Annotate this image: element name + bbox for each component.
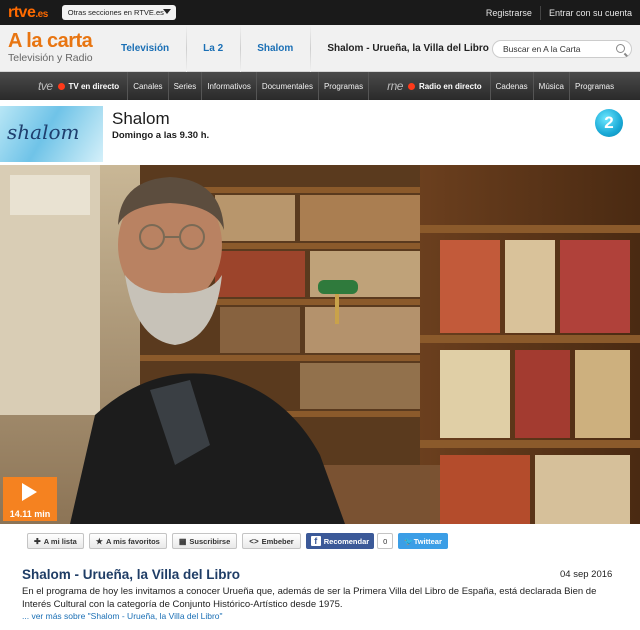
- subscribe-button[interactable]: ▦ Suscribirse: [171, 533, 238, 549]
- play-button[interactable]: 14.11 min: [3, 477, 57, 521]
- breadcrumb-current-episode: Shalom - Urueña, la Villa del Libro: [327, 43, 489, 54]
- radio-live-label: Radio en directo: [418, 81, 482, 91]
- rtve-logo[interactable]: rtve.es: [8, 4, 48, 22]
- program-thumbnail[interactable]: shalom: [0, 106, 103, 162]
- nav-item-series[interactable]: Series: [167, 72, 202, 100]
- code-icon: <>: [249, 536, 259, 546]
- play-icon: [22, 483, 37, 501]
- program-title[interactable]: Shalom: [112, 109, 170, 129]
- search-icon[interactable]: [616, 44, 625, 53]
- live-dot-icon: [57, 82, 65, 90]
- nav-item-programas-radio[interactable]: Programas: [569, 72, 619, 100]
- add-to-list-button[interactable]: ✚ A mi lista: [27, 533, 84, 549]
- facebook-recommend-button[interactable]: f Recomendar: [305, 533, 375, 549]
- facebook-icon: f: [310, 536, 321, 546]
- other-sections-dropdown[interactable]: Otras secciones en RTVE.es: [61, 5, 176, 20]
- breadcrumb-shalom[interactable]: Shalom: [241, 25, 312, 72]
- nav-item-documentales[interactable]: Documentales: [255, 72, 318, 100]
- chevron-down-icon: [162, 9, 171, 14]
- breadcrumb-la2[interactable]: La 2: [187, 25, 242, 72]
- top-bar: rtve.es Otras secciones en RTVE.es Regis…: [0, 0, 640, 25]
- account-links: Registrarse Entrar con su cuenta: [478, 0, 640, 25]
- episode-title: Shalom - Urueña, la Villa del Libro: [22, 567, 241, 582]
- episode-description: En el programa de hoy les invitamos a co…: [22, 586, 597, 610]
- login-link[interactable]: Entrar con su cuenta: [539, 5, 640, 20]
- la2-channel-logo[interactable]: 2: [595, 109, 623, 137]
- brand-subtitle: Televisión y Radio: [8, 52, 93, 64]
- plus-icon: ✚: [34, 536, 41, 546]
- channel-nav-bar: tve TV en directo Canales Series Informa…: [0, 72, 640, 100]
- tv-live-label: TV en directo: [68, 81, 120, 91]
- nav-item-cadenas[interactable]: Cadenas: [489, 72, 533, 100]
- video-duration: 14.11 min: [9, 509, 51, 519]
- nav-item-canales[interactable]: Canales: [127, 72, 167, 100]
- episode-date: 04 sep 2016: [560, 569, 613, 580]
- a-la-carta-header: A la carta Televisión y Radio Televisión…: [0, 25, 640, 72]
- tve-logo: tve: [38, 79, 53, 93]
- breadcrumb: Televisión La 2 Shalom Shalom - Urueña, …: [105, 25, 507, 72]
- search-placeholder: Buscar en A la Carta: [503, 44, 581, 54]
- rss-icon: ▦: [178, 536, 187, 546]
- star-icon: ★: [95, 536, 103, 546]
- rne-logo: rne: [387, 79, 403, 93]
- embed-button[interactable]: <> Embeber: [242, 533, 301, 549]
- add-to-favorites-button[interactable]: ★ A mis favoritos: [88, 533, 167, 549]
- program-thumbnail-text: shalom: [7, 120, 80, 144]
- program-schedule: Domingo a las 9.30 h.: [112, 130, 210, 141]
- tv-live-link[interactable]: tve TV en directo: [0, 72, 127, 100]
- brand-title: A la carta: [8, 30, 93, 52]
- breadcrumb-television[interactable]: Televisión: [105, 25, 188, 72]
- see-more: ... ver más sobre "Shalom - Urueña, la V…: [22, 611, 223, 621]
- nav-item-musica[interactable]: Música: [532, 72, 569, 100]
- video-player[interactable]: 14.11 min: [0, 165, 640, 524]
- live-dot-icon: [407, 82, 415, 90]
- register-link[interactable]: Registrarse: [478, 6, 540, 20]
- radio-live-link[interactable]: rne Radio en directo: [368, 72, 490, 100]
- tweet-button[interactable]: 🐦 Twittear: [398, 533, 448, 549]
- a-la-carta-brand[interactable]: A la carta Televisión y Radio: [8, 30, 93, 64]
- nav-item-programas-tv[interactable]: Programas: [317, 72, 368, 100]
- other-sections-label: Otras secciones en RTVE.es: [67, 8, 164, 17]
- search-input[interactable]: Buscar en A la Carta: [492, 40, 632, 58]
- twitter-icon: 🐦: [404, 536, 414, 546]
- nav-item-informativos[interactable]: Informativos: [201, 72, 256, 100]
- see-more-link[interactable]: ver más sobre "Shalom - Urueña, la Villa…: [31, 611, 222, 621]
- video-frame-image: [0, 165, 640, 524]
- share-toolbar: ✚ A mi lista ★ A mis favoritos ▦ Suscribirs…: [27, 533, 448, 549]
- program-header: shalom Shalom Domingo a las 9.30 h. 2: [0, 106, 640, 162]
- facebook-count: 0: [377, 533, 394, 549]
